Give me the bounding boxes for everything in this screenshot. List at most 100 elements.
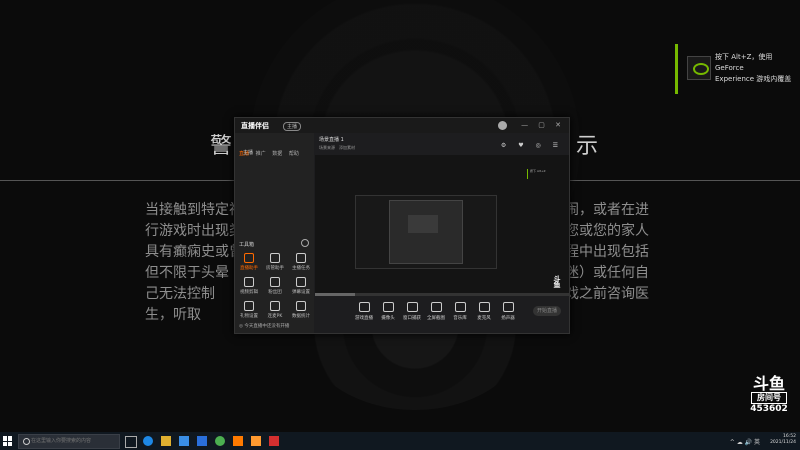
danmaku-icon (296, 277, 306, 287)
window-controls[interactable]: — ▢ ✕ (521, 121, 565, 129)
start-tile (3, 436, 7, 441)
preview-nvidia-notice: 按下 Alt+Z (527, 169, 566, 179)
store-icon[interactable] (179, 436, 189, 446)
app-brand: 直播伴侣 (241, 122, 269, 130)
douyu-small-logo: 斗鱼 (553, 275, 561, 289)
douyu-watermark: 斗鱼 房间号 453602 (745, 376, 793, 416)
clock-date: 2021/11/24 (770, 440, 796, 445)
task-view-icon[interactable] (125, 436, 137, 448)
start-tile (8, 441, 12, 446)
nvidia-notice-text: 按下 Alt+Z，使用 GeForce Experience 游戏内覆盖 (715, 52, 795, 85)
screen-icon (430, 302, 442, 312)
source-label: 窗口捕获 (403, 316, 421, 321)
avatar[interactable] (498, 121, 507, 130)
camera-icon (382, 302, 394, 312)
tool-label: 主播任务 (292, 266, 310, 271)
game-app-icon[interactable] (269, 436, 279, 446)
search-icon (23, 438, 30, 445)
camera-button[interactable]: 摄像头 (377, 302, 399, 321)
speaker-icon (502, 302, 514, 312)
window-capture-button[interactable]: 窗口捕获 (401, 302, 423, 321)
tab-promote[interactable]: 推广 (256, 150, 266, 157)
douyu-app-icon[interactable] (233, 436, 243, 446)
screenshot-button[interactable]: 全屏截图 (425, 302, 447, 321)
tool-admin[interactable]: 房管助手 (263, 253, 287, 275)
start-button[interactable] (3, 436, 13, 446)
stream-app-icon[interactable] (251, 436, 261, 446)
timeline-progress (315, 293, 355, 296)
douyu-room-label: 房间号 (751, 392, 787, 404)
tool-danmaku[interactable]: 弹幕设置 (289, 277, 313, 299)
tool-fans[interactable]: 粉丝团 (263, 277, 287, 299)
scene-subtitle[interactable]: 场景来源 添加素材 (319, 145, 355, 151)
app-icon[interactable] (197, 436, 207, 446)
streaming-app-window: 直播伴侣 主播 — ▢ ✕ 直播 推广 数据 帮助 主播 工具箱 直播助手 房管… (234, 117, 570, 334)
source-label: 游戏直播 (355, 316, 373, 321)
tool-label: 直播助手 (240, 266, 258, 271)
preview-nested-app (408, 215, 438, 233)
sidebar-user[interactable]: 主播 (243, 149, 253, 156)
nvidia-line-2: Experience 游戏内覆盖 (715, 75, 792, 83)
preview-nested-window (389, 200, 463, 264)
nvidia-accent-bar (675, 44, 678, 94)
task-icon (296, 253, 306, 263)
start-tile (3, 441, 7, 446)
tool-pk[interactable]: 连麦PK (263, 301, 287, 323)
stream-preview[interactable]: 按下 Alt+Z (315, 155, 569, 293)
tool-assistant[interactable]: 直播助手 (237, 253, 261, 275)
search-input[interactable] (31, 436, 116, 446)
app-badge[interactable]: 主播 (283, 122, 302, 131)
start-live-button[interactable]: 开始直播 (533, 306, 561, 316)
windows-taskbar: ^ ☁ 🔊 英 16:52 2021/11/24 (0, 432, 800, 450)
music-icon (454, 302, 466, 312)
tool-video-edit[interactable]: 视频剪辑 (237, 277, 261, 299)
nvidia-logo-icon (687, 56, 711, 80)
browser-icon[interactable] (215, 436, 225, 446)
video-edit-icon (244, 277, 254, 287)
tool-task[interactable]: 主播任务 (289, 253, 313, 275)
window-icon (406, 302, 418, 312)
stats-icon (296, 301, 306, 311)
tools-settings-icon[interactable] (301, 239, 309, 247)
tool-label: 数据统计 (292, 314, 310, 319)
taskbar-clock[interactable]: 16:52 2021/11/24 (770, 434, 796, 446)
gift-icon (244, 301, 254, 311)
file-explorer-icon[interactable] (161, 436, 171, 446)
preview-timeline[interactable] (315, 293, 569, 296)
pk-icon (270, 301, 280, 311)
gamepad-icon (358, 302, 370, 312)
scene-toolbar-icons[interactable]: ⚙ ♥ ◎ ☰ (501, 142, 563, 149)
system-tray[interactable]: ^ ☁ 🔊 英 (730, 437, 760, 446)
source-label: 扬声器 (501, 316, 515, 321)
source-label: 全屏截图 (427, 316, 445, 321)
tool-stats[interactable]: 数据统计 (289, 301, 313, 323)
tool-label: 弹幕设置 (292, 290, 310, 295)
douyu-logo: 斗鱼 (752, 374, 785, 393)
scene-title[interactable]: 场景直播 1 (319, 136, 344, 143)
tool-label: 房管助手 (266, 266, 284, 271)
tool-label: 视频剪辑 (240, 290, 258, 295)
admin-icon (270, 253, 280, 263)
start-tile (8, 436, 12, 441)
nvidia-overlay-notice: 按下 Alt+Z，使用 GeForce Experience 游戏内覆盖 (675, 44, 795, 94)
taskbar-search[interactable] (18, 434, 120, 449)
nvidia-line-1: 按下 Alt+Z，使用 GeForce (715, 53, 773, 72)
app-titlebar: 直播伴侣 主播 — ▢ ✕ (235, 118, 569, 133)
speaker-button[interactable]: 扬声器 (497, 302, 519, 321)
edge-icon[interactable] (143, 436, 153, 446)
tool-label: 礼物设置 (240, 314, 258, 319)
source-label: 音乐库 (453, 316, 467, 321)
source-label: 摄像头 (381, 316, 395, 321)
tool-gift[interactable]: 礼物设置 (237, 301, 261, 323)
source-toolbar: 游戏直播 摄像头 窗口捕获 全屏截图 音乐库 麦克风 扬声器 开始直播 (315, 298, 569, 333)
game-live-button[interactable]: 游戏直播 (353, 302, 375, 321)
source-label: 麦克风 (477, 316, 491, 321)
tab-help[interactable]: 帮助 (289, 150, 299, 157)
tools-label: 工具箱 (239, 242, 255, 248)
warning-title-right: 示 (575, 134, 600, 159)
warning-title-left: 警 (210, 134, 235, 159)
microphone-button[interactable]: 麦克风 (473, 302, 495, 321)
microphone-icon (478, 302, 490, 312)
music-button[interactable]: 音乐库 (449, 302, 471, 321)
tab-data[interactable]: 数据 (272, 150, 282, 157)
